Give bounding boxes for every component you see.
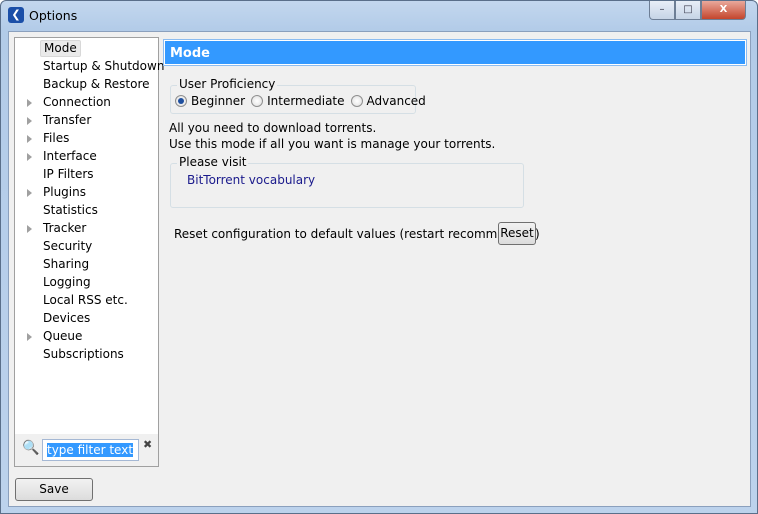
description-line-1: All you need to download torrents. <box>169 121 377 135</box>
radio-label: Intermediate <box>267 94 345 108</box>
sidebar-item-mode[interactable]: Mode <box>40 40 81 57</box>
expand-arrow-icon[interactable] <box>27 135 32 143</box>
minimize-button[interactable]: – <box>649 1 675 20</box>
sidebar-item-transfer[interactable]: Transfer <box>40 112 94 129</box>
visit-legend: Please visit <box>177 155 249 169</box>
search-icon: 🔍 <box>22 440 40 456</box>
sidebar-item-devices[interactable]: Devices <box>40 310 93 327</box>
page-title: Mode <box>163 39 747 66</box>
reset-button[interactable]: Reset <box>498 222 536 245</box>
sidebar-item-sharing[interactable]: Sharing <box>40 256 92 273</box>
description-line-2: Use this mode if all you want is manage … <box>169 137 496 151</box>
radio-advanced[interactable]: Advanced <box>350 94 426 108</box>
save-button[interactable]: Save <box>15 478 93 501</box>
radio-label: Advanced <box>366 94 426 108</box>
radio-label: Beginner <box>191 94 246 108</box>
bittorrent-vocabulary-link[interactable]: BitTorrent vocabulary <box>187 173 315 187</box>
sidebar-item-tracker[interactable]: Tracker <box>40 220 89 237</box>
sidebar-item-queue[interactable]: Queue <box>40 328 85 345</box>
sidebar-item-startup-shutdown[interactable]: Startup & Shutdown <box>40 58 167 75</box>
radio-beginner[interactable]: Beginner <box>175 94 245 108</box>
expand-arrow-icon[interactable] <box>27 117 32 125</box>
sidebar-item-statistics[interactable]: Statistics <box>40 202 101 219</box>
sidebar-item-ip-filters[interactable]: IP Filters <box>40 166 97 183</box>
sidebar-item-connection[interactable]: Connection <box>40 94 114 111</box>
client-area: 🔍 type filter text ✖ Mode Startup & Shutd… <box>8 31 751 507</box>
expand-arrow-icon[interactable] <box>27 153 32 161</box>
sidebar-item-plugins[interactable]: Plugins <box>40 184 89 201</box>
sidebar-item-backup-restore[interactable]: Backup & Restore <box>40 76 153 93</box>
app-icon: ❮ <box>8 7 24 23</box>
options-window: ❮ Options – □ X 🔍 type filter text ✖ Mod… <box>0 0 758 514</box>
sidebar-tree: 🔍 type filter text ✖ Mode Startup & Shutd… <box>14 37 164 467</box>
window-title: Options <box>29 8 78 23</box>
sidebar-item-interface[interactable]: Interface <box>40 148 100 165</box>
clear-filter-icon[interactable]: ✖ <box>143 438 152 451</box>
sidebar-item-logging[interactable]: Logging <box>40 274 94 291</box>
reset-label: Reset configuration to default values (r… <box>174 227 540 241</box>
radio-intermediate[interactable]: Intermediate <box>251 94 345 108</box>
sidebar-item-files[interactable]: Files <box>40 130 72 147</box>
filter-input[interactable]: type filter text <box>42 439 139 461</box>
sidebar-item-security[interactable]: Security <box>40 238 95 255</box>
radio-circle-icon <box>350 95 363 107</box>
expand-arrow-icon[interactable] <box>27 189 32 197</box>
sidebar-item-local-rss-etc[interactable]: Local RSS etc. <box>40 292 131 309</box>
maximize-button[interactable]: □ <box>675 1 701 20</box>
proficiency-legend: User Proficiency <box>177 77 278 91</box>
expand-arrow-icon[interactable] <box>27 225 32 233</box>
radio-circle-icon <box>251 95 264 107</box>
expand-arrow-icon[interactable] <box>27 333 32 341</box>
sidebar-item-subscriptions[interactable]: Subscriptions <box>40 346 127 363</box>
close-button[interactable]: X <box>701 1 746 20</box>
main-panel: Mode User Proficiency Beginner Intermedia… <box>161 37 749 503</box>
filter-bar: 🔍 type filter text ✖ <box>15 434 158 466</box>
visit-group: Please visit BitTorrent vocabulary <box>170 155 524 208</box>
proficiency-group: User Proficiency Beginner Intermediate Adv… <box>170 77 426 114</box>
filter-input-text: type filter text <box>47 443 134 457</box>
expand-arrow-icon[interactable] <box>27 99 32 107</box>
radio-circle-icon <box>175 95 187 107</box>
